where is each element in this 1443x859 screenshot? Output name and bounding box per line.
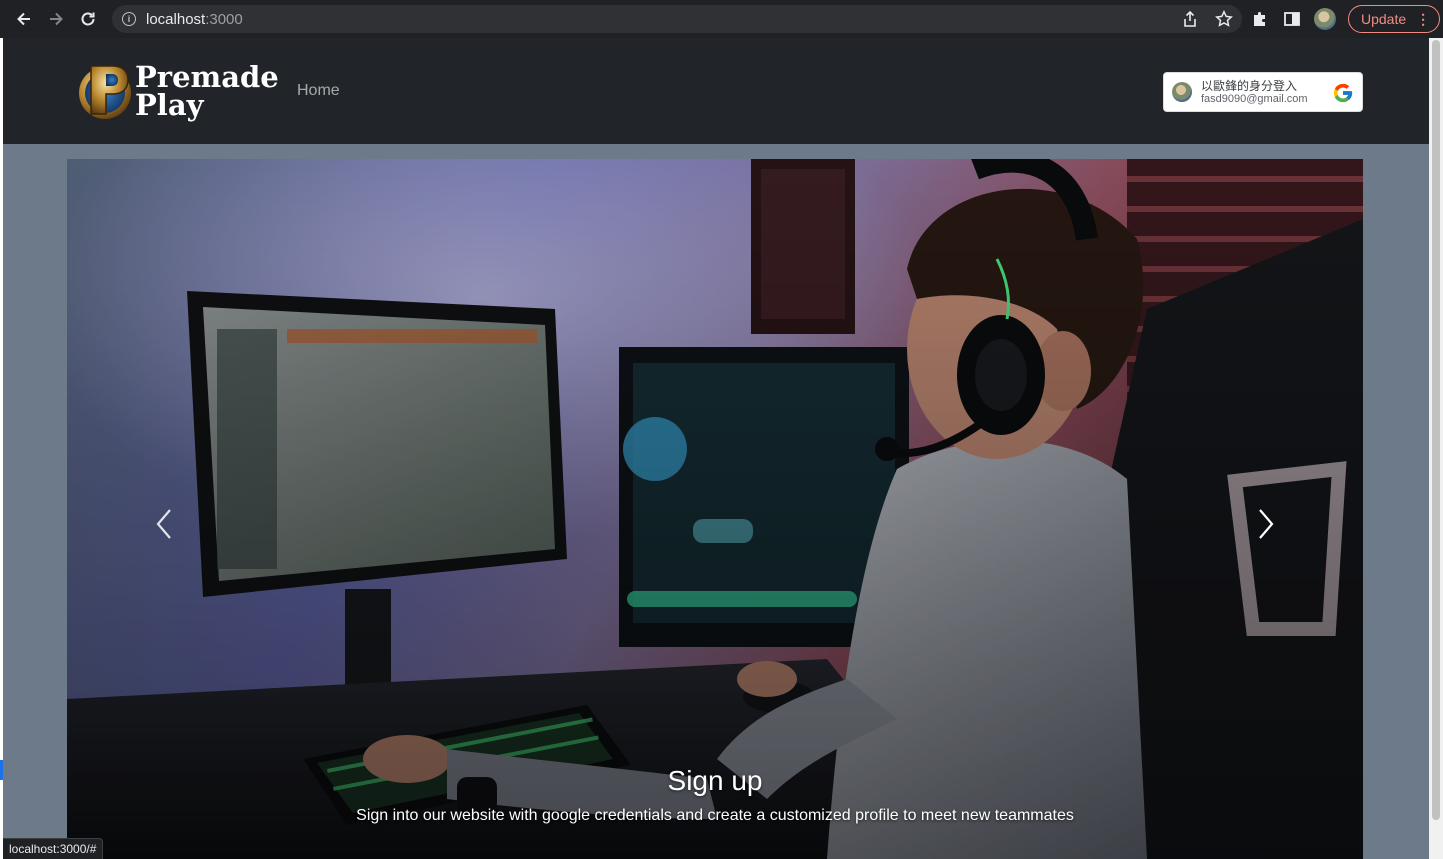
scrollbar-thumb[interactable]	[1432, 40, 1440, 820]
nav-link-home[interactable]: Home	[297, 82, 340, 100]
update-label: Update	[1361, 11, 1407, 27]
update-button[interactable]: Update ⋮	[1348, 5, 1441, 33]
url-host: localhost	[146, 10, 206, 28]
reload-icon	[81, 12, 95, 26]
gamer-setup-photo	[67, 159, 1363, 859]
logo-line-1: Premade	[135, 60, 279, 94]
site-logo[interactable]: Premade Play	[75, 58, 279, 124]
google-account-avatar	[1172, 82, 1192, 102]
logo-line-2: Play	[135, 88, 204, 122]
carousel-next-button[interactable]	[1251, 504, 1281, 544]
back-button[interactable]	[8, 3, 40, 35]
chevron-left-icon	[156, 509, 171, 539]
profile-avatar[interactable]	[1314, 8, 1336, 30]
google-account-name: 以歐鋒的身分登入	[1201, 78, 1298, 93]
extensions-icon[interactable]	[1250, 9, 1270, 29]
page-viewport: Premade Play Home 以歐鋒的身分登入 fasd9090@gmai…	[3, 38, 1429, 859]
side-panel-icon[interactable]	[1282, 9, 1302, 29]
forward-button[interactable]	[40, 3, 72, 35]
forward-arrow-icon	[50, 12, 63, 26]
browser-toolbar: i localhost:3000 Update ⋮	[0, 0, 1443, 38]
carousel-caption: Sign up Sign into our website with googl…	[67, 765, 1363, 825]
share-icon[interactable]	[1180, 9, 1200, 29]
link-status-bar: localhost:3000/#	[3, 838, 104, 859]
bookmark-star-icon[interactable]	[1214, 9, 1234, 29]
carousel-prev-button[interactable]	[149, 504, 179, 544]
google-logo-icon	[1333, 83, 1353, 103]
site-info-icon[interactable]: i	[122, 12, 136, 26]
google-account-email: fasd9090@gmail.com	[1201, 92, 1308, 105]
page-scrollbar[interactable]	[1429, 38, 1443, 859]
caption-text: Sign into our website with google creden…	[356, 807, 1074, 824]
back-arrow-icon	[17, 12, 30, 26]
kebab-menu-icon: ⋮	[1416, 10, 1430, 27]
address-bar[interactable]: i localhost:3000	[112, 5, 1242, 33]
logo-emblem-icon	[75, 58, 135, 124]
caption-title: Sign up	[667, 765, 763, 796]
site-navbar: Premade Play Home 以歐鋒的身分登入 fasd9090@gmai…	[3, 38, 1429, 144]
hero-carousel: Sign up Sign into our website with googl…	[67, 159, 1363, 859]
google-signin-button[interactable]: 以歐鋒的身分登入 fasd9090@gmail.com	[1163, 72, 1363, 112]
reload-button[interactable]	[72, 3, 104, 35]
url-port: :3000	[205, 10, 243, 28]
chevron-right-icon	[1259, 509, 1274, 539]
logo-text: Premade Play	[135, 60, 279, 122]
